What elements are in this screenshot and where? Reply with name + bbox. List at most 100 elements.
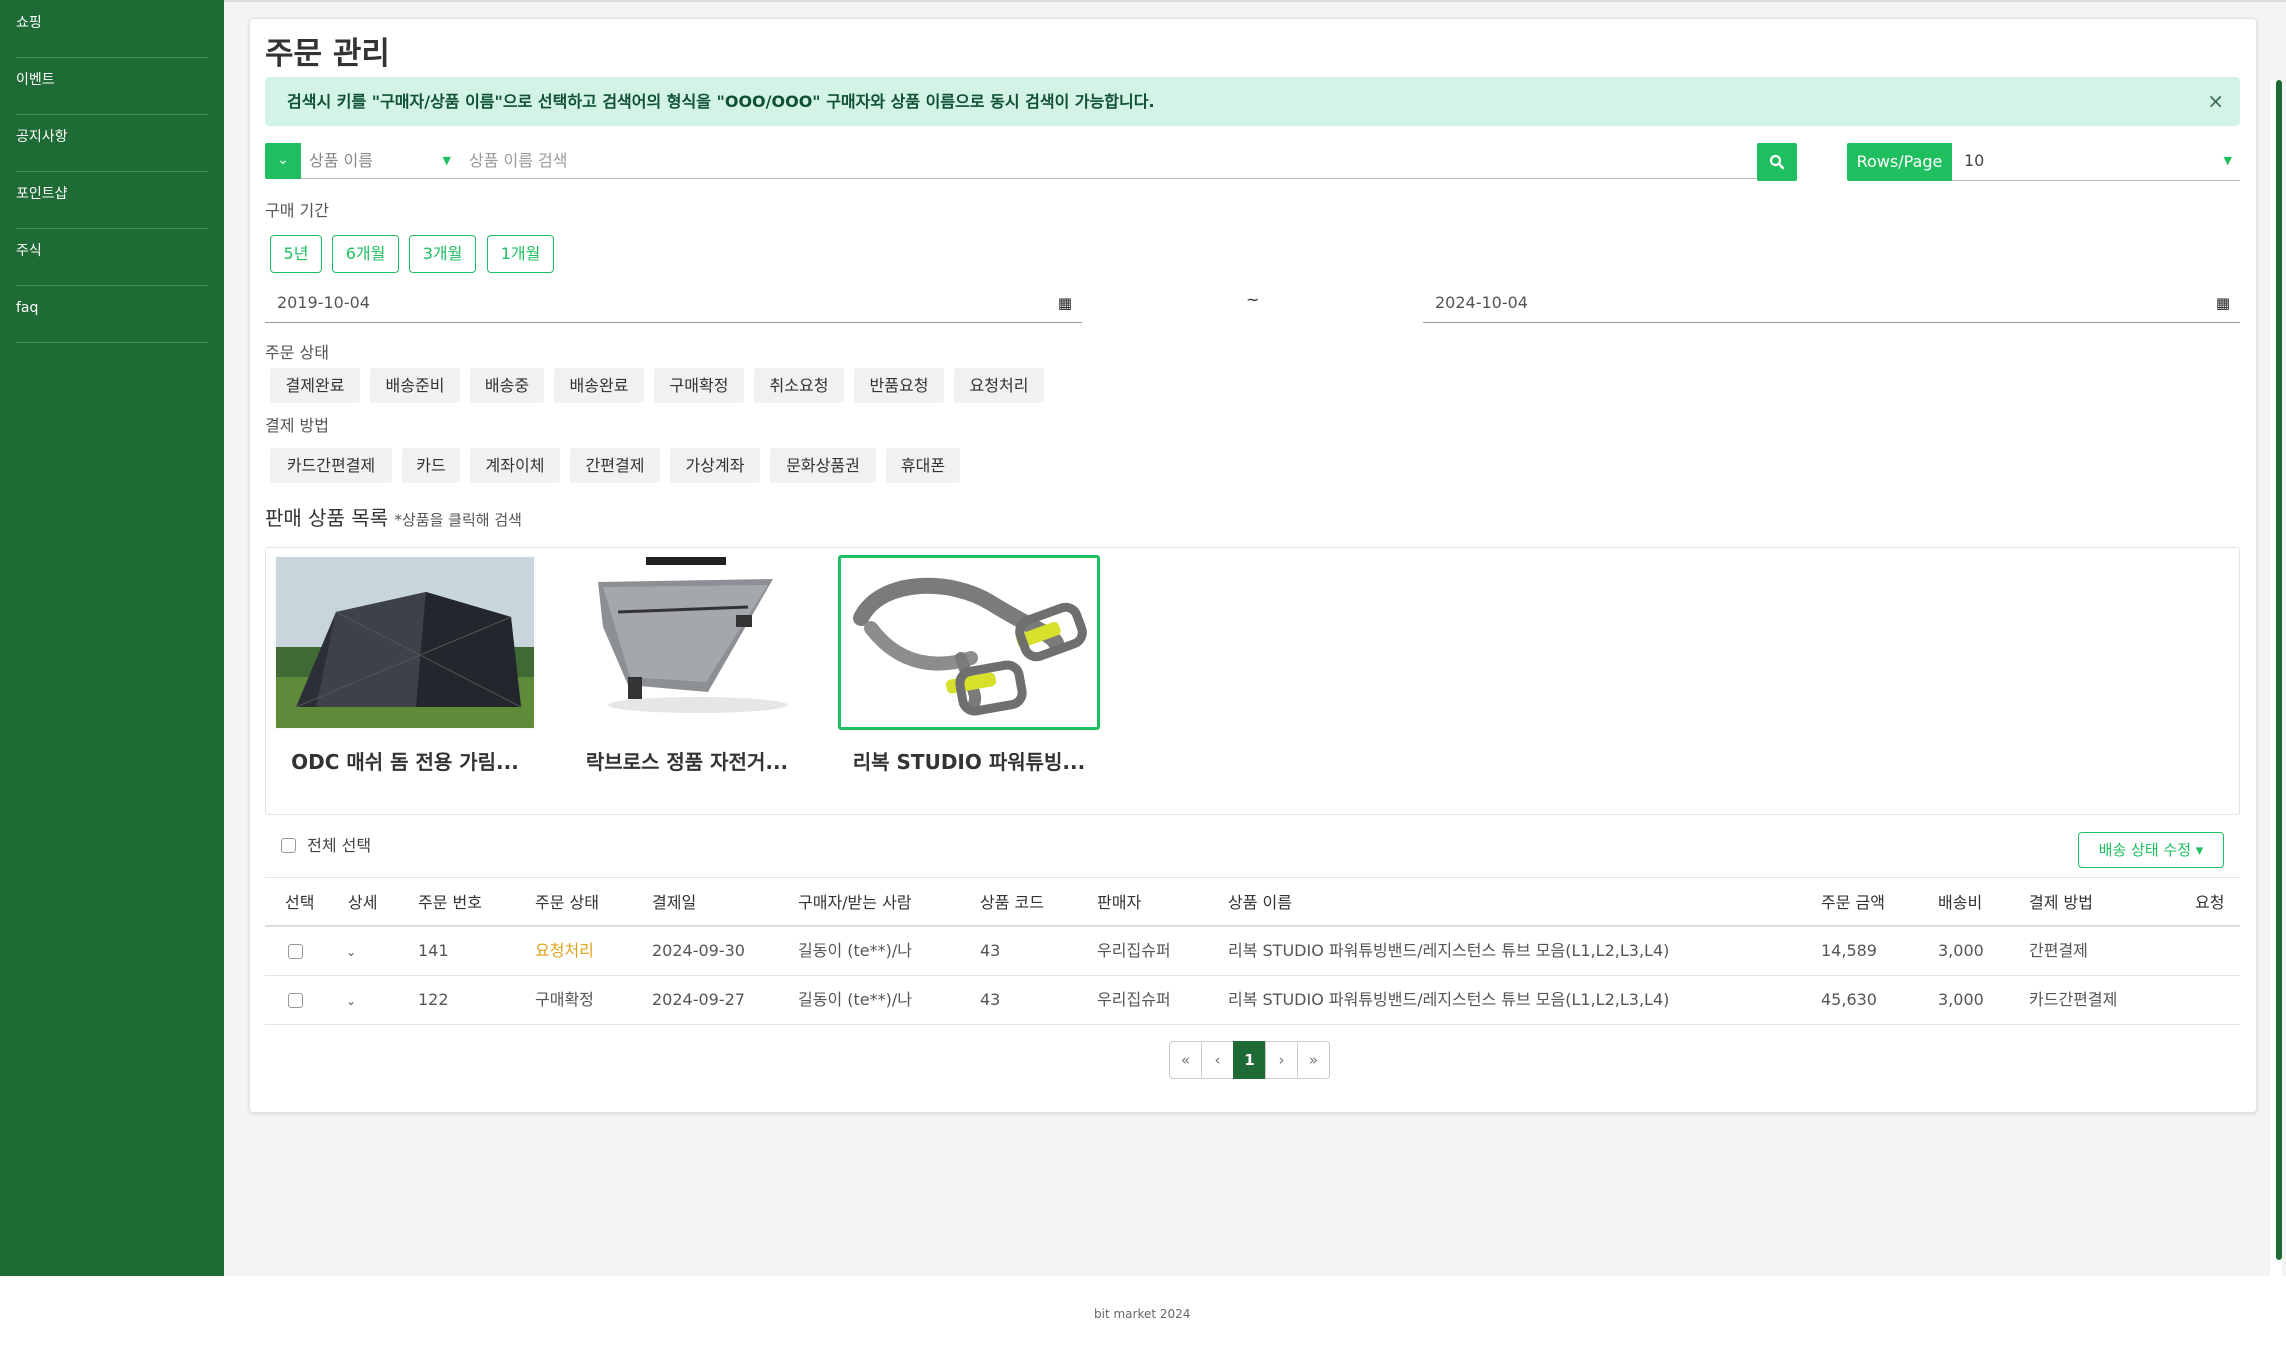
search-key-select[interactable]: 상품 이름 ▼ bbox=[301, 143, 457, 179]
row-checkbox[interactable] bbox=[288, 993, 303, 1008]
seller: 우리집슈퍼 bbox=[1097, 941, 1171, 960]
page-current-button[interactable]: 1 bbox=[1233, 1041, 1266, 1079]
period-label: 구매 기간 bbox=[265, 201, 329, 220]
caret-down-icon: ▼ bbox=[2223, 154, 2232, 167]
status-chip-paid[interactable]: 결제완료 bbox=[270, 368, 360, 403]
footer-text: bit market 2024 bbox=[1094, 1307, 1191, 1321]
search-toggle-button[interactable]: ⌄ bbox=[265, 143, 301, 179]
status-chip-preparing[interactable]: 배송준비 bbox=[370, 368, 460, 403]
payment-method: 간편결제 bbox=[2029, 941, 2088, 960]
payment-date: 2024-09-30 bbox=[652, 941, 745, 960]
top-divider bbox=[224, 0, 2286, 2]
order-no: 122 bbox=[418, 990, 449, 1009]
product-code: 43 bbox=[980, 990, 1001, 1009]
resistance-tube-image bbox=[838, 555, 1100, 730]
payment-chip-easy-pay[interactable]: 간편결제 bbox=[570, 448, 660, 483]
table-row[interactable]: ⌄ 141 요청처리 2024-09-30 길동이 (te**)/나 43 우리… bbox=[265, 927, 2240, 976]
status-chip-cancel-request[interactable]: 취소요청 bbox=[754, 368, 844, 403]
end-date-input[interactable]: 2024-10-04 ▦ bbox=[1423, 287, 2240, 323]
sidebar-item-shopping[interactable]: 쇼핑 bbox=[16, 1, 208, 58]
calendar-icon[interactable]: ▦ bbox=[2216, 287, 2230, 319]
product-card-resistance-tube[interactable]: 리복 STUDIO 파워튜빙... bbox=[838, 555, 1100, 775]
payment-chip-gift-card[interactable]: 문화상품권 bbox=[770, 448, 876, 483]
header-detail: 상세 bbox=[348, 893, 378, 912]
table-row[interactable]: ⌄ 122 구매확정 2024-09-27 길동이 (te**)/나 43 우리… bbox=[265, 976, 2240, 1025]
product-name: 리복 STUDIO 파워튜빙밴드/레지스턴스 튜브 모음(L1,L2,L3,L4… bbox=[1228, 941, 1670, 960]
status-chip-shipping[interactable]: 배송중 bbox=[470, 368, 544, 403]
page-last-button[interactable]: » bbox=[1297, 1041, 1330, 1079]
sidebar: 쇼핑 이벤트 공지사항 포인트샵 주식 faq bbox=[0, 0, 224, 1276]
row-checkbox-cell[interactable] bbox=[288, 927, 303, 975]
header-order-no: 주문 번호 bbox=[418, 893, 482, 912]
tent-image bbox=[274, 555, 536, 730]
shipping-fee: 3,000 bbox=[1938, 990, 1984, 1009]
start-date-input[interactable]: 2019-10-04 ▦ bbox=[265, 287, 1082, 323]
status-chip-confirmed[interactable]: 구매확정 bbox=[654, 368, 744, 403]
payment-chip-card-easy[interactable]: 카드간편결제 bbox=[270, 448, 392, 483]
payment-chip-transfer[interactable]: 계좌이체 bbox=[470, 448, 560, 483]
header-amount: 주문 금액 bbox=[1821, 893, 1885, 912]
period-button-1m[interactable]: 1개월 bbox=[487, 235, 554, 273]
select-all[interactable]: 전체 선택 bbox=[281, 832, 371, 856]
end-date-value: 2024-10-04 bbox=[1435, 293, 1528, 312]
product-code: 43 bbox=[980, 941, 1001, 960]
period-button-3m[interactable]: 3개월 bbox=[409, 235, 476, 273]
payment-chip-phone[interactable]: 휴대폰 bbox=[886, 448, 960, 483]
row-checkbox-cell[interactable] bbox=[288, 976, 303, 1024]
pagination: « ‹ 1 › » bbox=[1169, 1041, 1330, 1079]
header-product-code: 상품 코드 bbox=[980, 893, 1044, 912]
search-placeholder: 상품 이름 검색 bbox=[469, 151, 568, 170]
header-seller: 판매자 bbox=[1097, 893, 1142, 912]
order-no: 141 bbox=[418, 941, 449, 960]
table-header-row: 선택 상세 주문 번호 주문 상태 결제일 구매자/받는 사람 상품 코드 판매… bbox=[265, 877, 2240, 927]
edit-shipping-status-button[interactable]: 배송 상태 수정 ▾ bbox=[2078, 832, 2224, 868]
page-next-button[interactable]: › bbox=[1265, 1041, 1298, 1079]
header-buyer: 구매자/받는 사람 bbox=[798, 893, 912, 912]
chevron-down-icon: ⌄ bbox=[346, 945, 357, 959]
header-payment-date: 결제일 bbox=[652, 893, 697, 912]
row-checkbox[interactable] bbox=[288, 944, 303, 959]
product-name: 락브로스 정품 자전거... bbox=[585, 750, 789, 774]
row-detail-toggle[interactable]: ⌄ bbox=[346, 927, 356, 975]
row-detail-toggle[interactable]: ⌄ bbox=[346, 976, 356, 1024]
sidebar-item-faq[interactable]: faq bbox=[16, 286, 208, 343]
status-chip-request-handled[interactable]: 요청처리 bbox=[954, 368, 1044, 403]
status-chip-return-request[interactable]: 반품요청 bbox=[854, 368, 944, 403]
bike-bag-image bbox=[556, 555, 818, 730]
payment-chip-card[interactable]: 카드 bbox=[402, 448, 460, 483]
product-name: ODC 매쉬 돔 전용 가림... bbox=[291, 750, 519, 774]
rows-per-page-select[interactable]: 10 ▼ bbox=[1952, 143, 2240, 181]
header-order-status: 주문 상태 bbox=[535, 893, 599, 912]
product-card-tent[interactable]: ODC 매쉬 돔 전용 가림... bbox=[274, 555, 536, 775]
search-input[interactable]: 상품 이름 검색 bbox=[457, 143, 1757, 179]
page-title: 주문 관리 bbox=[265, 36, 390, 72]
product-card-bike-bag[interactable]: 락브로스 정품 자전거... bbox=[556, 555, 818, 775]
header-select: 선택 bbox=[285, 893, 315, 912]
calendar-icon[interactable]: ▦ bbox=[1058, 287, 1072, 319]
shipping-fee: 3,000 bbox=[1938, 941, 1984, 960]
period-button-5y[interactable]: 5년 bbox=[270, 235, 322, 273]
page-first-button[interactable]: « bbox=[1169, 1041, 1202, 1079]
search-button[interactable] bbox=[1757, 143, 1797, 181]
buyer: 길동이 (te**)/나 bbox=[798, 990, 912, 1009]
sidebar-item-pointshop[interactable]: 포인트샵 bbox=[16, 172, 208, 229]
sidebar-item-event[interactable]: 이벤트 bbox=[16, 58, 208, 115]
sidebar-item-stock[interactable]: 주식 bbox=[16, 229, 208, 286]
caret-down-icon: ▼ bbox=[442, 154, 451, 167]
header-payment-method: 결제 방법 bbox=[2029, 893, 2093, 912]
scrollbar-thumb[interactable] bbox=[2276, 80, 2282, 1260]
alert-text: 검색시 키를 "구매자/상품 이름"으로 선택하고 검색어의 형식을 "OOO/… bbox=[287, 92, 1155, 111]
sidebar-item-notice[interactable]: 공지사항 bbox=[16, 115, 208, 172]
date-range-separator: ~ bbox=[1246, 290, 1260, 309]
select-all-checkbox[interactable] bbox=[281, 838, 296, 853]
chevron-down-icon: ⌄ bbox=[277, 152, 289, 168]
order-status: 요청처리 bbox=[535, 941, 594, 960]
order-status: 구매확정 bbox=[535, 990, 594, 1009]
page-prev-button[interactable]: ‹ bbox=[1201, 1041, 1234, 1079]
payment-chip-virtual-account[interactable]: 가상계좌 bbox=[670, 448, 760, 483]
buyer: 길동이 (te**)/나 bbox=[798, 941, 912, 960]
period-button-6m[interactable]: 6개월 bbox=[332, 235, 399, 273]
status-chip-delivered[interactable]: 배송완료 bbox=[554, 368, 644, 403]
close-icon[interactable]: × bbox=[2207, 77, 2224, 126]
product-name: 리복 STUDIO 파워튜빙밴드/레지스턴스 튜브 모음(L1,L2,L3,L4… bbox=[1228, 990, 1670, 1009]
